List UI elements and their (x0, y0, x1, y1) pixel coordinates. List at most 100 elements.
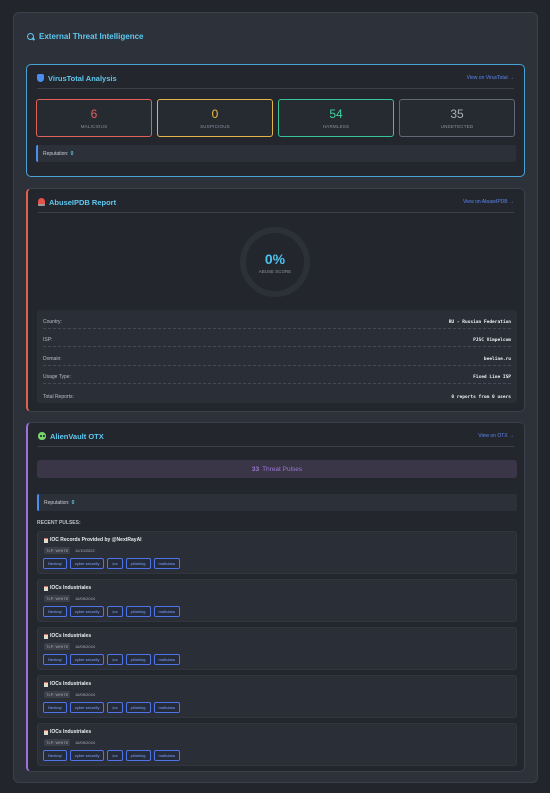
pulse-date: 16/05/2024 (75, 596, 96, 601)
pulse-date: 11/10/2022 (75, 548, 95, 553)
otx-reputation: Reputation: 0 (37, 494, 517, 511)
pulse-tags: Nextray cyber security ioc phishing maliciou… (43, 654, 181, 665)
otx-header: AlienVault OTX View on OTX → (38, 431, 514, 447)
document-icon (44, 729, 48, 735)
view-on-abuseipdb-link[interactable]: View on AbuseIPDB → (463, 199, 514, 205)
pulse-item[interactable]: IOCs Industriales TLP: WHITE 16/05/2024 Nex… (37, 723, 517, 766)
malicious-count: 6 (90, 107, 98, 121)
view-on-otx-link[interactable]: View on OTX → (478, 433, 514, 439)
threat-pulses-count: 33 Threat Pulses (37, 460, 517, 478)
detail-row-domain: Domain: beeline.ru (43, 347, 511, 366)
pulse-tag[interactable]: phishing (125, 606, 151, 617)
pulse-tag[interactable]: ioc (107, 654, 123, 665)
reputation-label: Reputation: (44, 499, 70, 506)
alien-icon (38, 432, 46, 440)
shield-icon (37, 74, 44, 82)
pulse-title-text: IOCs Industriales (50, 585, 92, 591)
pulse-tag[interactable]: malicious (153, 702, 181, 713)
pulse-title-text: IOCs Industriales (50, 729, 92, 735)
pulse-tag[interactable]: Nextray (43, 558, 67, 569)
pulse-tag[interactable]: Nextray (43, 606, 67, 617)
detail-key: Domain: (43, 355, 62, 362)
panel-title: External Threat Intelligence (27, 32, 143, 41)
detail-key: Total Reports: (43, 393, 74, 400)
pulse-tag[interactable]: cyber security (69, 702, 105, 713)
otx-title: AlienVault OTX (38, 432, 104, 441)
pulse-tags: Nextray cyber security ioc phishing maliciou… (43, 750, 181, 761)
pulse-tag[interactable]: phishing (125, 702, 151, 713)
pulse-date: 16/05/2024 (75, 692, 96, 697)
pulse-tag[interactable]: cyber security (69, 558, 105, 569)
reputation-value: 0 (71, 499, 75, 506)
pulse-count-label: Threat Pulses (262, 465, 303, 473)
abuseipdb-title-text: AbuseIPDB Report (49, 197, 117, 207)
abuse-score-gauge: 0% ABUSE SCORE (240, 227, 310, 297)
pulse-tag[interactable]: ioc (107, 702, 123, 713)
pulse-tags: Nextray cyber security ioc phishing maliciou… (43, 606, 181, 617)
abuse-score-value: 0% (264, 250, 286, 267)
malicious-label: MALICIOUS (80, 124, 108, 129)
detail-row-total-reports: Total Reports: 0 reports from 0 users (43, 384, 511, 403)
virustotal-header: VirusTotal Analysis View on VirusTotal → (37, 73, 514, 89)
harmless-label: HARMLESS (322, 124, 350, 129)
pulse-title-text: IOCs Industriales (50, 681, 92, 687)
detail-row-usage-type: Usage Type: Fixed Line ISP (43, 366, 511, 385)
otx-card: AlienVault OTX View on OTX → 33 Threat P… (26, 422, 525, 772)
magnifier-icon (27, 32, 35, 41)
pulse-tags: Nextray cyber security ioc phishing maliciou… (43, 702, 181, 713)
pulse-tag[interactable]: cyber security (69, 750, 105, 761)
tlp-badge: TLP: WHITE (44, 739, 71, 746)
detail-key: Country: (43, 318, 62, 325)
pulse-title-text: IOC Records Provided by @NextRayAI (50, 537, 142, 543)
undetected-stat: 35 UNDETECTED (399, 99, 515, 137)
detail-key: Usage Type: (43, 374, 71, 381)
suspicious-stat: 0 SUSPICIOUS (157, 99, 273, 137)
otx-title-text: AlienVault OTX (50, 431, 104, 441)
pulse-item[interactable]: IOCs Industriales TLP: WHITE 16/05/2024 Nex… (37, 675, 517, 718)
malicious-stat: 6 MALICIOUS (36, 99, 152, 137)
pulse-tag[interactable]: phishing (125, 654, 151, 665)
pulse-tag[interactable]: ioc (107, 750, 123, 761)
view-on-virustotal-link[interactable]: View on VirusTotal → (467, 75, 514, 81)
pulse-title: IOCs Industriales (44, 633, 91, 639)
pulse-title: IOCs Industriales (44, 585, 91, 591)
pulse-item[interactable]: IOCs Industriales TLP: WHITE 16/05/2024 Nex… (37, 579, 517, 622)
detail-value: 0 reports from 0 users (451, 394, 511, 400)
virustotal-card: VirusTotal Analysis View on VirusTotal →… (26, 64, 525, 177)
pulse-tag[interactable]: ioc (107, 606, 123, 617)
virustotal-title-text: VirusTotal Analysis (48, 73, 117, 83)
pulse-title-text: IOCs Industriales (50, 633, 92, 639)
pulse-tag[interactable]: ioc (107, 558, 123, 569)
document-icon (44, 633, 48, 639)
abuseipdb-header: AbuseIPDB Report View on AbuseIPDB → (38, 197, 514, 213)
pulse-tag[interactable]: Nextray (43, 702, 67, 713)
tlp-badge: TLP: WHITE (44, 595, 71, 602)
siren-icon (38, 198, 45, 206)
detail-row-isp: ISP: PJSC Vimpelcom (43, 329, 511, 348)
pulse-tag[interactable]: phishing (125, 558, 151, 569)
pulse-tag[interactable]: malicious (153, 750, 181, 761)
pulse-tag[interactable]: Nextray (43, 750, 67, 761)
pulse-tag[interactable]: malicious (153, 558, 181, 569)
document-icon (44, 681, 48, 687)
pulse-tag[interactable]: malicious (153, 606, 181, 617)
abuse-score-label: ABUSE SCORE (258, 268, 292, 274)
reputation-label: Reputation: (43, 150, 69, 157)
pulse-title: IOC Records Provided by @NextRayAI (44, 537, 142, 543)
document-icon (44, 585, 48, 591)
pulse-date: 16/05/2024 (75, 740, 96, 745)
pulse-tag[interactable]: malicious (153, 654, 181, 665)
detail-value: RU - Russian Federation (448, 319, 511, 325)
pulse-tag[interactable]: cyber security (69, 654, 105, 665)
detail-value: Fixed Line ISP (473, 375, 511, 381)
detail-key: ISP: (43, 337, 53, 344)
pulse-tag[interactable]: phishing (125, 750, 151, 761)
pulse-title: IOCs Industriales (44, 681, 91, 687)
pulse-tag[interactable]: cyber security (69, 606, 105, 617)
virustotal-title: VirusTotal Analysis (37, 74, 117, 83)
pulse-item[interactable]: IOC Records Provided by @NextRayAI TLP: W… (37, 531, 517, 574)
pulse-tag[interactable]: Nextray (43, 654, 67, 665)
abuseipdb-card: AbuseIPDB Report View on AbuseIPDB → 0% … (26, 188, 525, 412)
tlp-badge: TLP: WHITE (44, 691, 71, 698)
pulse-item[interactable]: IOCs Industriales TLP: WHITE 16/05/2024 Nex… (37, 627, 517, 670)
